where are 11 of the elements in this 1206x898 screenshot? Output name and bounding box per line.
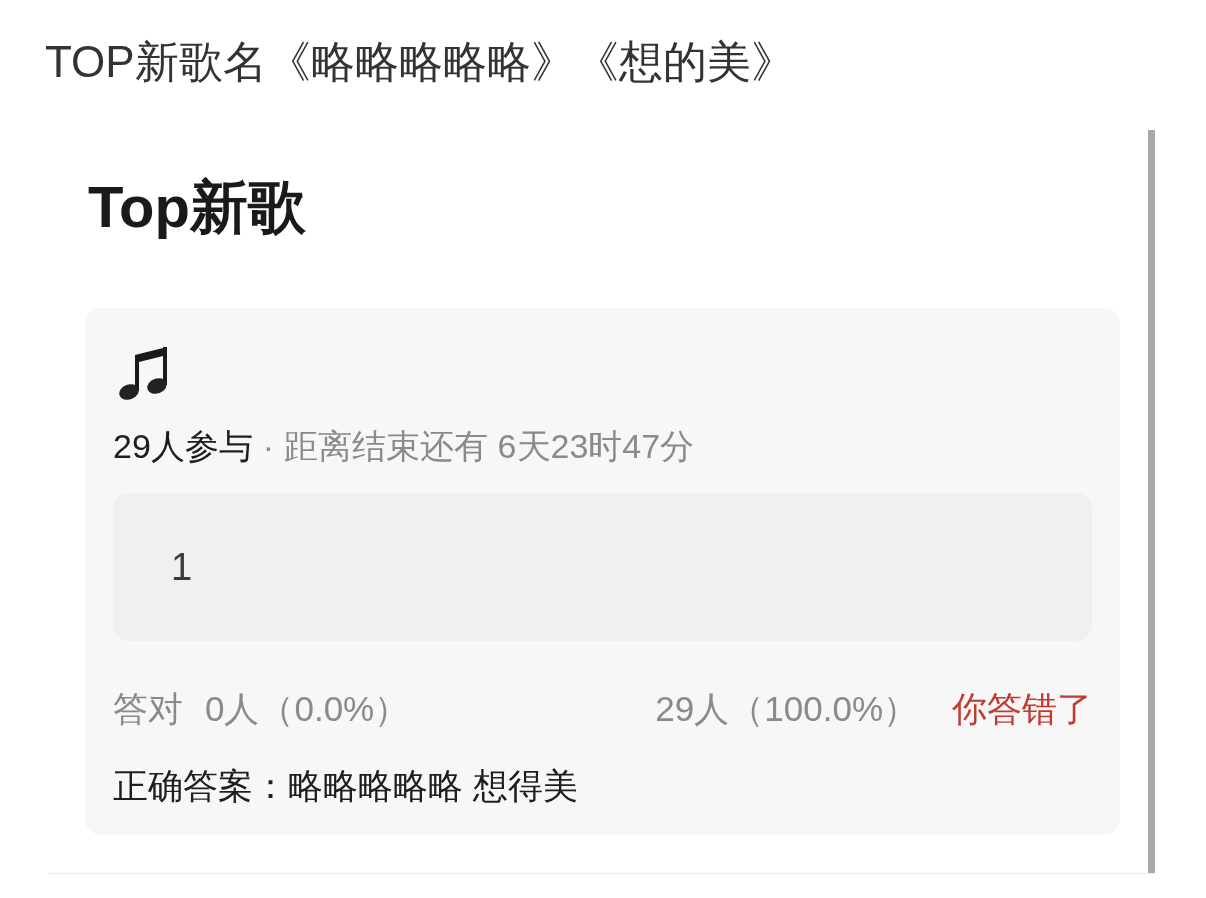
countdown-text: 距离结束还有 6天23时47分 <box>284 426 695 467</box>
separator-dot: · <box>262 426 275 467</box>
participants-count: 29人参与 <box>113 426 253 467</box>
caption-text: TOP新歌名《略略略略略》《想的美》 <box>45 37 795 86</box>
wrong-count: 29人（100.0%） <box>655 688 918 730</box>
page-title: Top新歌 <box>88 174 306 240</box>
correct-count: 0人（0.0%） <box>205 688 410 730</box>
result-text: 你答错了 <box>952 688 1092 730</box>
answer-box: 1 <box>113 493 1092 641</box>
correct-label: 答对 <box>113 688 183 730</box>
correct-answer-text: 正确答案：略略略略略 想得美 <box>113 766 578 805</box>
